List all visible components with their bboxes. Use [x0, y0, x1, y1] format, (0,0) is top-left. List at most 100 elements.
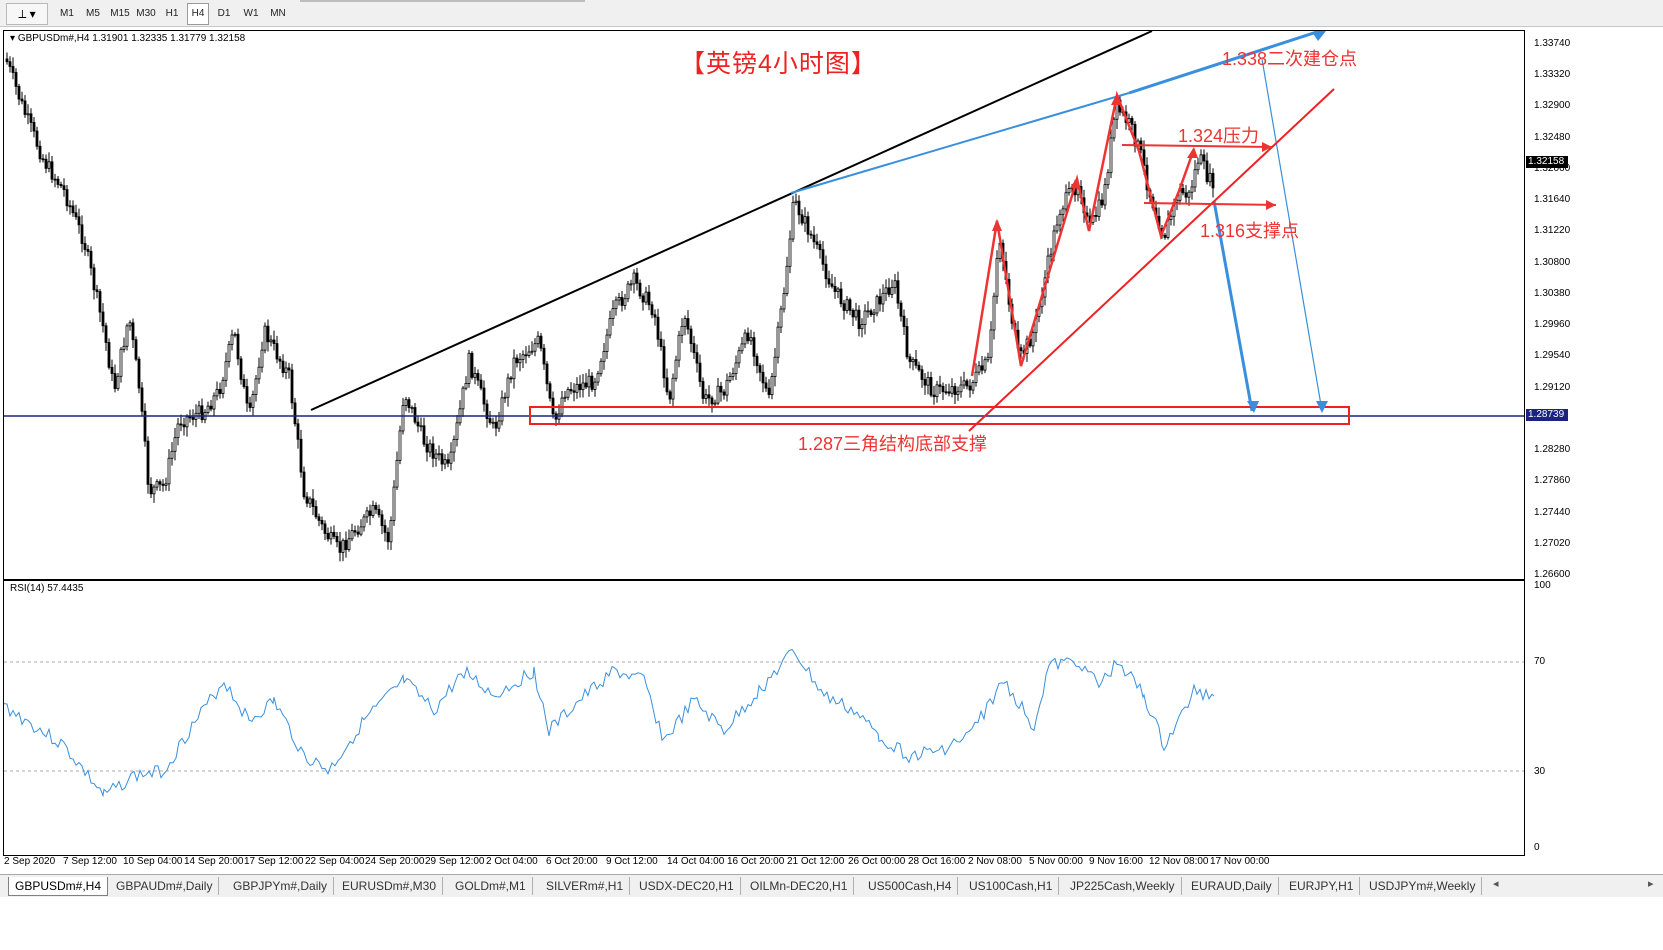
candle-body [722, 391, 726, 396]
rsi-level-tick: 30 [1534, 766, 1546, 777]
chart-tab[interactable]: EURAUD,Daily [1185, 877, 1279, 895]
chart-tab[interactable]: JP225Cash,Weekly [1064, 877, 1182, 895]
candle-body [899, 302, 903, 317]
candle-body [92, 267, 96, 291]
candle-body [938, 384, 942, 387]
candle-body [317, 516, 321, 521]
chart-title: 【英镑4小时图】 [680, 50, 877, 78]
time-tick: 14 Sep 20:00 [184, 856, 244, 867]
candle-body [446, 459, 450, 464]
timeframe-h4[interactable]: H4 [187, 3, 209, 25]
chart-tab[interactable]: US500Cash,H4 [862, 877, 959, 895]
candle-body [1103, 184, 1107, 206]
candle-body [842, 303, 846, 311]
timeframe-h1[interactable]: H1 [161, 3, 183, 25]
candle-body [782, 293, 786, 310]
candle-body [386, 531, 390, 543]
chart-tab[interactable]: USDJPYm#,Weekly [1363, 877, 1483, 895]
candle-body [11, 66, 15, 73]
candle-body [443, 459, 447, 465]
candle-body [578, 383, 582, 391]
chart-tab[interactable]: EURUSDm#,M30 [336, 877, 444, 895]
tabs-scroll-left-icon[interactable]: ◂ [1493, 877, 1499, 890]
timeframe-d1[interactable]: D1 [213, 3, 235, 25]
candle-body [47, 161, 51, 169]
price-tick: 1.27020 [1534, 537, 1571, 549]
candle-body [596, 373, 600, 383]
chart-tab[interactable]: GBPUSDm#,H4 [8, 877, 109, 896]
candle-body [65, 189, 69, 207]
candle-body [650, 304, 654, 316]
time-tick: 21 Oct 12:00 [787, 856, 845, 867]
candle-body [14, 72, 18, 87]
time-tick: 26 Oct 00:00 [848, 856, 906, 867]
candle-body [587, 375, 591, 388]
candle-body [740, 343, 744, 352]
candle-body [416, 421, 420, 427]
candle-body [980, 365, 984, 371]
candle-body [377, 508, 381, 516]
candle-body [368, 510, 372, 516]
candle-body [227, 343, 231, 363]
candle-body [509, 377, 513, 380]
time-tick: 2 Oct 04:00 [486, 856, 538, 867]
candle-body [89, 250, 93, 269]
candle-body [872, 312, 876, 315]
candle-body [479, 379, 483, 389]
chart-tab[interactable]: GBPAUDm#,Daily [110, 877, 220, 895]
candle-body [935, 384, 939, 398]
time-tick: 2 Sep 2020 [4, 856, 56, 867]
chart-tab[interactable]: OILMn-DEC20,H1 [744, 877, 855, 895]
candle-body [668, 391, 672, 400]
timeframe-m30[interactable]: M30 [133, 3, 159, 25]
triangle-support-annotation: 1.287三角结构底部支撑 [798, 434, 988, 454]
candle-body [110, 366, 114, 374]
candle-body [473, 373, 477, 378]
chart-tab[interactable]: SILVERm#,H1 [540, 877, 631, 895]
candle-body [41, 158, 45, 161]
timeframe-m5[interactable]: M5 [81, 3, 105, 25]
timeframe-mn[interactable]: MN [266, 3, 290, 25]
candle-body [170, 450, 174, 459]
timeframe-w1[interactable]: W1 [240, 3, 262, 25]
candle-body [53, 178, 57, 181]
candle-body [353, 530, 357, 533]
chart-tab[interactable]: US100Cash,H1 [963, 877, 1060, 895]
candle-body [968, 385, 972, 391]
candle-body [329, 531, 333, 540]
candle-body [197, 405, 201, 414]
price-axis[interactable]: 1.33740 1.33320 1.32900 1.32480 1.32060 1.316… [1524, 30, 1663, 580]
candle-body [149, 483, 153, 495]
candle-body [593, 381, 597, 390]
candle-body [965, 380, 969, 387]
candle-body [647, 291, 651, 306]
chart-tab[interactable]: USDX-DEC20,H1 [633, 877, 741, 895]
candle-body [248, 402, 252, 408]
candle-body [1055, 224, 1059, 232]
rsi-pane[interactable]: RSI(14) 57.4435 [3, 580, 1525, 856]
candle-body [800, 214, 804, 224]
candle-body [140, 387, 144, 412]
candle-body [773, 356, 777, 378]
candle-body [341, 539, 345, 553]
candle-body [1094, 215, 1098, 217]
candle-body [422, 425, 426, 445]
candle-body [230, 334, 234, 345]
tabs-scroll-right-icon[interactable]: ▸ [1648, 877, 1654, 890]
timeframe-m1[interactable]: M1 [55, 3, 79, 25]
candle-body [320, 520, 324, 525]
candle-body [251, 394, 255, 408]
candle-body [863, 310, 867, 325]
rsi-line [4, 648, 1215, 798]
timeframe-m15[interactable]: M15 [107, 3, 133, 25]
candle-body [284, 367, 288, 373]
candle-body [482, 387, 486, 405]
chart-tab[interactable]: EURJPY,H1 [1283, 877, 1361, 895]
price-chart-pane[interactable]: ▾ GBPUSDm#,H4 1.31901 1.32335 1.31779 1.… [3, 30, 1525, 580]
chart-tab[interactable]: GOLDm#,M1 [449, 877, 533, 895]
candle-body [17, 86, 21, 100]
candle-body [338, 541, 342, 553]
candle-body [1205, 160, 1209, 183]
chart-tab[interactable]: GBPJPYm#,Daily [227, 877, 335, 895]
drawing-tools-dropdown[interactable]: ⟂ ▾ [6, 3, 48, 25]
